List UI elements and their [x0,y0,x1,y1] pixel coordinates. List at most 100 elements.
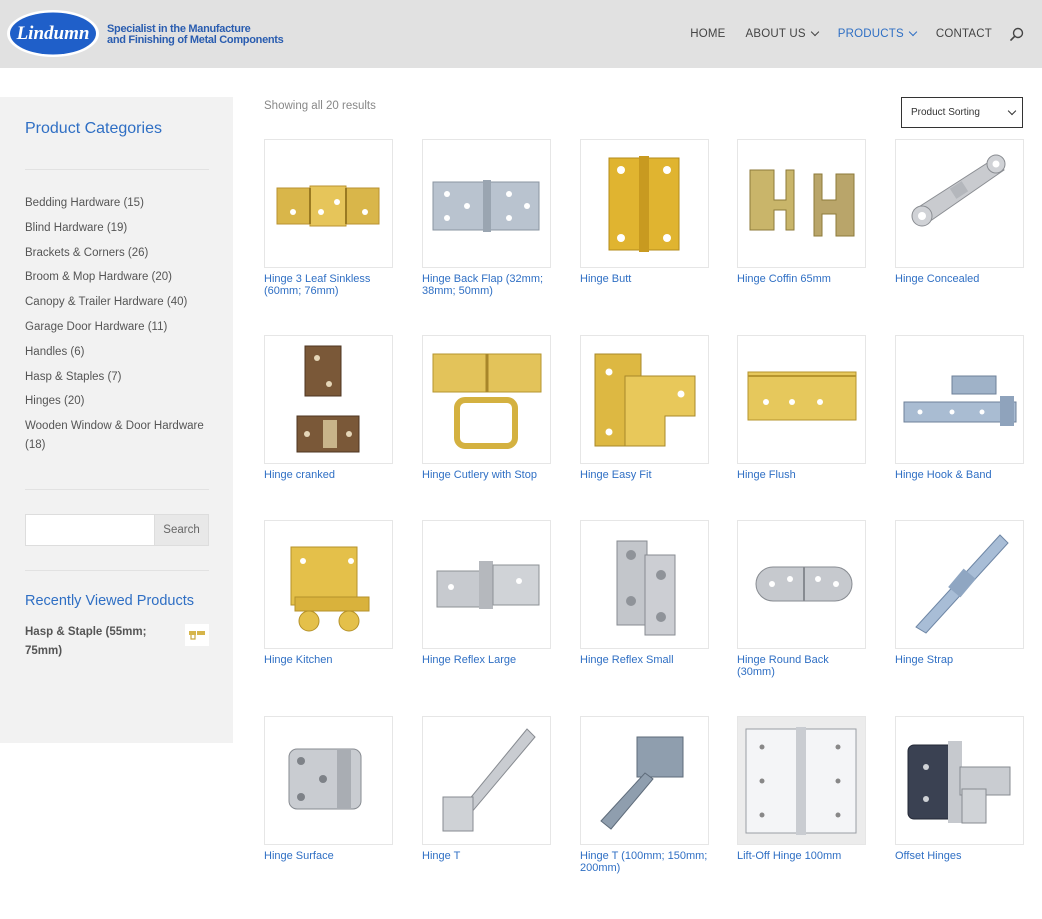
product-image[interactable] [580,139,709,268]
product-image[interactable] [422,139,551,268]
recently-viewed-thumbnail[interactable] [185,624,209,646]
results-count: Showing all 20 results [264,100,376,112]
product-image[interactable] [895,520,1024,649]
product-name[interactable]: Hinge Surface [264,850,393,862]
product-name[interactable]: Hinge Strap [895,654,1024,666]
product-card[interactable]: Hinge Flush [737,335,866,481]
product-card[interactable]: Hinge cranked [264,335,393,481]
product-card[interactable]: Hinge Hook & Band [895,335,1024,481]
nav-home[interactable]: HOME [690,28,725,40]
product-card[interactable]: Hinge Butt [580,139,709,285]
product-card[interactable]: Hinge 3 Leaf Sinkless (60mm; 76mm) [264,139,393,297]
product-card[interactable]: Offset Hinges [895,716,1024,862]
product-image[interactable] [895,139,1024,268]
product-image[interactable] [264,139,393,268]
nav-about-us-label: ABOUT US [745,28,806,40]
product-card[interactable]: Hinge Reflex Small [580,520,709,666]
product-image[interactable] [422,335,551,464]
product-image[interactable] [422,520,551,649]
category-blind-hardware[interactable]: Blind Hardware (19) [25,219,215,238]
product-card[interactable]: Hinge Concealed [895,139,1024,285]
product-image[interactable] [895,716,1024,845]
svg-text:Lindumn: Lindumn [16,23,90,44]
category-brackets-corners[interactable]: Brackets & Corners (26) [25,244,215,263]
sidebar-divider [25,169,209,170]
product-name[interactable]: Hinge 3 Leaf Sinkless (60mm; 76mm) [264,273,393,297]
product-name[interactable]: Hinge T [422,850,551,862]
product-image[interactable] [737,335,866,464]
product-name[interactable]: Hinge Hook & Band [895,469,1024,481]
product-name[interactable]: Hinge Easy Fit [580,469,709,481]
category-wooden-window-door-hardware[interactable]: Wooden Window & Door Hardware (18) [25,417,215,455]
product-name[interactable]: Hinge Concealed [895,273,1024,285]
product-image[interactable] [580,716,709,845]
product-image[interactable] [737,716,866,845]
nav-products[interactable]: PRODUCTS [837,27,918,40]
product-sorting-select[interactable]: Product Sorting [901,97,1023,128]
product-image[interactable] [580,520,709,649]
product-name[interactable]: Lift-Off Hinge 100mm [737,850,866,862]
site-logo[interactable]: Lindumn [6,9,100,58]
recently-viewed-item[interactable]: Hasp & Staple (55mm; 75mm) [25,623,209,661]
product-card[interactable]: Lift-Off Hinge 100mm [737,716,866,862]
product-card[interactable]: Hinge Strap [895,520,1024,666]
product-image[interactable] [580,335,709,464]
chevron-down-icon [1007,106,1017,116]
product-card[interactable]: Hinge Kitchen [264,520,393,666]
site-tagline: Specialist in the Manufacture and Finish… [107,24,284,46]
product-name[interactable]: Hinge Cutlery with Stop [422,469,551,481]
search-input[interactable] [26,515,157,545]
product-image[interactable] [895,335,1024,464]
sidebar: Product Categories Bedding Hardware (15)… [0,97,233,743]
product-card[interactable]: Hinge Back Flap (32mm; 38mm; 50mm) [422,139,551,297]
product-categories-title: Product Categories [25,120,162,137]
product-image[interactable] [264,335,393,464]
product-card[interactable]: Hinge T [422,716,551,862]
product-name[interactable]: Hinge Round Back (30mm) [737,654,866,678]
category-hinges[interactable]: Hinges (20) [25,392,215,411]
product-name[interactable]: Hinge Flush [737,469,866,481]
category-handles[interactable]: Handles (6) [25,343,215,362]
search-button[interactable]: Search [154,515,208,545]
chevron-down-icon [810,27,819,37]
product-card[interactable]: Hinge Round Back (30mm) [737,520,866,678]
product-image[interactable] [737,139,866,268]
product-card[interactable]: Hinge Surface [264,716,393,862]
product-name[interactable]: Hinge cranked [264,469,393,481]
sorting-label: Product Sorting [911,107,980,118]
product-name[interactable]: Offset Hinges [895,850,1024,862]
product-card[interactable]: Hinge Reflex Large [422,520,551,666]
recently-viewed-name[interactable]: Hasp & Staple (55mm; 75mm) [25,623,165,661]
product-name[interactable]: Hinge T (100mm; 150mm; 200mm) [580,850,709,874]
category-broom-mop-hardware[interactable]: Broom & Mop Hardware (20) [25,268,215,287]
product-name[interactable]: Hinge Reflex Small [580,654,709,666]
recently-viewed-title: Recently Viewed Products [25,593,194,609]
site-header: Lindumn Specialist in the Manufacture an… [0,0,1042,68]
category-bedding-hardware[interactable]: Bedding Hardware (15) [25,194,215,213]
category-hasp-staples[interactable]: Hasp & Staples (7) [25,368,215,387]
search-icon[interactable] [1010,27,1024,41]
nav-contact[interactable]: CONTACT [936,28,992,40]
product-name[interactable]: Hinge Kitchen [264,654,393,666]
nav-products-label: PRODUCTS [837,28,904,40]
product-image[interactable] [264,520,393,649]
product-image[interactable] [264,716,393,845]
tagline-line-2: and Finishing of Metal Components [107,34,284,46]
category-garage-door-hardware[interactable]: Garage Door Hardware (11) [25,318,215,337]
product-name[interactable]: Hinge Back Flap (32mm; 38mm; 50mm) [422,273,551,297]
product-card[interactable]: Hinge T (100mm; 150mm; 200mm) [580,716,709,874]
chevron-down-icon [908,27,918,37]
product-name[interactable]: Hinge Butt [580,273,709,285]
category-list: Bedding Hardware (15) Blind Hardware (19… [25,194,215,461]
product-card[interactable]: Hinge Coffin 65mm [737,139,866,285]
product-name[interactable]: Hinge Reflex Large [422,654,551,666]
nav-contact-label: CONTACT [935,28,992,40]
product-name[interactable]: Hinge Coffin 65mm [737,273,866,285]
product-card[interactable]: Hinge Cutlery with Stop [422,335,551,481]
category-canopy-trailer-hardware[interactable]: Canopy & Trailer Hardware (40) [25,293,215,312]
product-image[interactable] [737,520,866,649]
nav-about-us[interactable]: ABOUT US [745,27,819,40]
product-card[interactable]: Hinge Easy Fit [580,335,709,481]
sidebar-search: Search [25,514,209,546]
product-image[interactable] [422,716,551,845]
